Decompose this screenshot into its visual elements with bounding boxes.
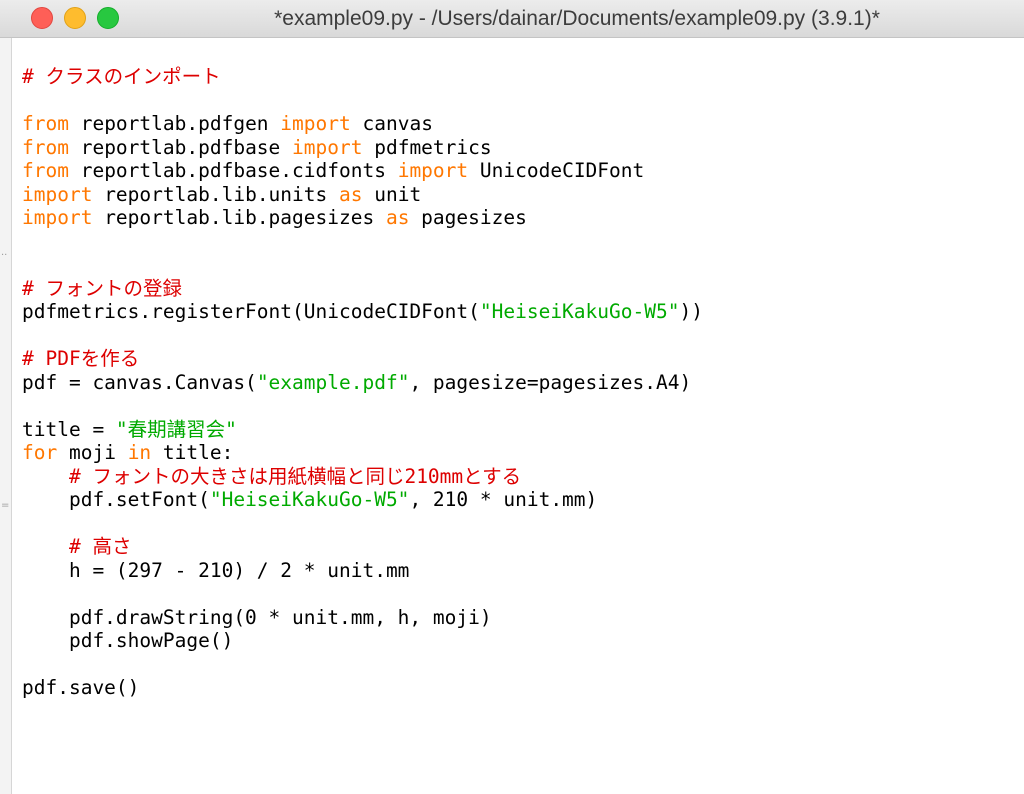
code-line: import reportlab.lib.units as unit	[22, 183, 703, 207]
code-text: , pagesize=pagesizes.A4)	[409, 370, 692, 394]
code-line: for moji in title:	[22, 441, 703, 465]
zoom-window-button[interactable]	[97, 7, 119, 29]
code-keyword: from	[22, 159, 69, 182]
code-text: reportlab.lib.pagesizes	[92, 206, 386, 229]
title-bar[interactable]: *example09.py - /Users/dainar/Documents/…	[0, 0, 1024, 38]
code-text-area[interactable]: # クラスのインポート from reportlab.pdfgen import …	[22, 65, 703, 700]
code-text: pdf.save()	[22, 676, 140, 699]
code-string: "春期講習会"	[115, 417, 237, 441]
code-text: moji	[57, 441, 128, 464]
gutter-resize-mark[interactable]: =	[1, 500, 9, 511]
code-string: "HeiseiKakuGo-W5"	[209, 488, 410, 511]
code-text: reportlab.pdfbase.cidfonts	[68, 159, 398, 182]
code-keyword: from	[22, 112, 69, 135]
code-line: from reportlab.pdfbase.cidfonts import U…	[22, 159, 703, 183]
code-line: pdfmetrics.registerFont(UnicodeCIDFont("…	[22, 300, 703, 324]
code-line: pdf.save()	[22, 676, 703, 700]
code-text: reportlab.pdfgen	[68, 112, 281, 135]
code-text: unit	[362, 182, 422, 206]
code-keyword: in	[127, 441, 152, 464]
code-text: pdf = canvas.Canvas(	[22, 370, 257, 394]
code-string: "HeiseiKakuGo-W5"	[479, 300, 680, 323]
code-text: title:	[151, 441, 234, 464]
code-text: pdfmetrics	[362, 135, 492, 159]
gutter-dots-mark: ··	[1, 250, 8, 261]
code-text: pdf.showPage()	[22, 629, 234, 652]
code-comment: # クラスのインポート	[22, 65, 221, 88]
code-line: pdf.drawString(0 * unit.mm, h, moji)	[22, 606, 703, 630]
code-string: "example.pdf"	[256, 370, 410, 394]
code-text: canvas	[350, 112, 433, 135]
code-text: pdf.drawString(0 * unit.mm, h, moji)	[22, 605, 492, 629]
code-line: from reportlab.pdfgen import canvas	[22, 112, 703, 136]
idle-editor-window: *example09.py - /Users/dainar/Documents/…	[0, 0, 1024, 794]
code-keyword: as	[385, 206, 410, 229]
code-line: # 高さ	[22, 535, 703, 559]
code-line: h = (297 - 210) / 2 * unit.mm	[22, 559, 703, 583]
code-keyword: from	[22, 135, 69, 159]
code-comment: # フォントの大きさは用紙横幅と同じ210mmとする	[68, 464, 522, 488]
code-keyword: import	[397, 159, 469, 182]
code-line: # フォントの大きさは用紙横幅と同じ210mmとする	[22, 465, 703, 489]
code-keyword: import	[292, 135, 363, 159]
code-keyword: as	[339, 182, 363, 206]
code-comment: # 高さ	[68, 535, 132, 558]
code-line: # フォントの登録	[22, 277, 703, 301]
code-comment: # PDFを作る	[22, 347, 140, 370]
code-comment: # フォントの登録	[22, 276, 182, 300]
code-text: reportlab.lib.units	[92, 182, 339, 206]
left-gutter: ·· =	[0, 38, 12, 794]
code-text: pagesizes	[409, 206, 527, 229]
code-text: ))	[679, 300, 703, 323]
code-text: pdfmetrics.registerFont(UnicodeCIDFont(	[22, 300, 480, 323]
code-line: pdf.setFont("HeiseiKakuGo-W5", 210 * uni…	[22, 488, 703, 512]
code-editor[interactable]: # クラスのインポート from reportlab.pdfgen import …	[12, 38, 1024, 794]
code-text: , 210 * unit.mm)	[409, 488, 598, 511]
code-line: # クラスのインポート	[22, 65, 703, 89]
code-keyword: import	[280, 112, 351, 135]
code-line: pdf.showPage()	[22, 629, 703, 653]
code-text: UnicodeCIDFont	[468, 159, 645, 182]
code-line: # PDFを作る	[22, 347, 703, 371]
minimize-window-button[interactable]	[64, 7, 86, 29]
window-title: *example09.py - /Users/dainar/Documents/…	[274, 7, 880, 30]
code-keyword: import	[22, 182, 93, 206]
code-keyword: for	[22, 441, 58, 464]
close-window-button[interactable]	[31, 7, 53, 29]
code-line: pdf = canvas.Canvas("example.pdf", pages…	[22, 371, 703, 395]
code-text: reportlab.pdfbase	[68, 135, 293, 159]
code-text: pdf.setFont(	[22, 488, 210, 511]
code-line: from reportlab.pdfbase import pdfmetrics	[22, 136, 703, 160]
code-line: import reportlab.lib.pagesizes as pagesi…	[22, 206, 703, 230]
code-text: title =	[22, 417, 116, 441]
code-line: title = "春期講習会"	[22, 418, 703, 442]
code-keyword: import	[22, 206, 93, 229]
code-text: h = (297 - 210) / 2 * unit.mm	[22, 558, 410, 582]
